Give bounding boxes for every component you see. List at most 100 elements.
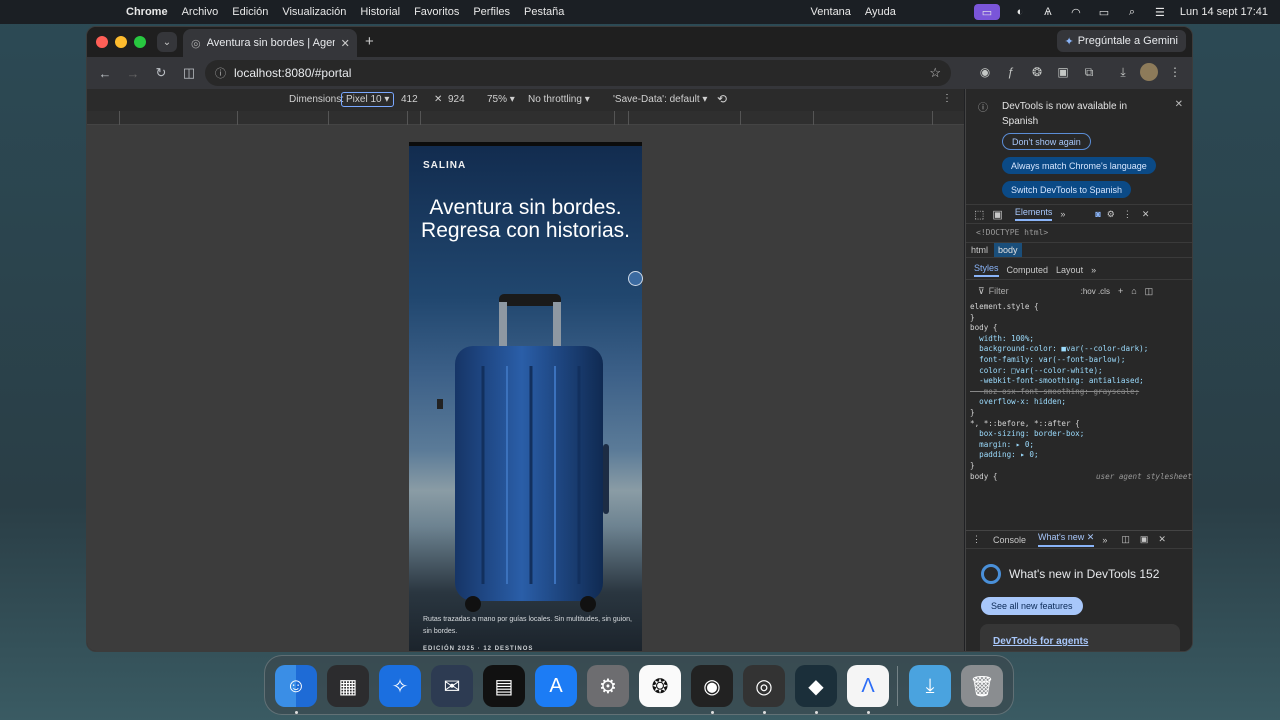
media-query-ruler[interactable] xyxy=(87,111,964,125)
downloads-folder-icon[interactable]: ⤓ xyxy=(909,665,951,707)
width-input[interactable]: 412 xyxy=(401,94,418,105)
paint-brush-icon[interactable]: ⌂ xyxy=(1131,286,1136,296)
menu-app-chrome[interactable]: Chrome xyxy=(126,6,168,18)
tab-layout[interactable]: Layout xyxy=(1056,265,1083,275)
dont-show-again-button[interactable]: Don't show again xyxy=(1002,133,1091,150)
chrome-icon[interactable]: ◎ xyxy=(743,665,785,707)
toggle-sidebar-icon[interactable]: ◫ xyxy=(1145,286,1154,297)
browser-tab[interactable]: ◎ Aventura sin bordes | Agencia ✕ xyxy=(183,29,357,57)
menu-ayuda[interactable]: Ayuda xyxy=(865,6,896,18)
devtools-menu-icon[interactable]: ⋮ xyxy=(1123,209,1132,220)
system-settings-icon[interactable]: ⚙ xyxy=(587,665,629,707)
chatgpt-extension-icon[interactable]: ❂ xyxy=(1028,63,1046,81)
save-data-select[interactable]: 'Save-Data': default ▾ xyxy=(613,94,707,105)
tab-console[interactable]: Console xyxy=(993,535,1026,545)
profile-avatar[interactable] xyxy=(1140,63,1158,81)
battery-icon[interactable]: ▭ xyxy=(1096,6,1112,19)
spotlight-search-icon[interactable]: ⌕ xyxy=(1124,6,1140,18)
see-all-features-button[interactable]: See all new features xyxy=(981,597,1083,615)
zoom-window-button[interactable] xyxy=(134,36,146,48)
code-line[interactable]: font-family: var(--font-barlow); xyxy=(970,355,1192,366)
device-more-icon[interactable]: ⋮ xyxy=(942,93,952,104)
tab-styles[interactable]: Styles xyxy=(974,263,999,277)
wifi-icon[interactable]: ◠ xyxy=(1068,6,1084,19)
clock[interactable]: Lun 14 sept 17:41 xyxy=(1180,6,1268,18)
menu-historial[interactable]: Historial xyxy=(360,6,400,18)
menu-perfiles[interactable]: Perfiles xyxy=(473,6,510,18)
code-line[interactable]: width: 100%; xyxy=(970,334,1192,345)
menu-pestana[interactable]: Pestaña xyxy=(524,6,564,18)
code-line[interactable]: -moz-osx-font-smoothing: grayscale; xyxy=(970,387,1192,398)
filmora-icon[interactable]: ◆ xyxy=(795,665,837,707)
script-icon[interactable]: Ѧ xyxy=(1040,6,1056,18)
chatgpt-icon[interactable]: ❂ xyxy=(639,665,681,707)
dock-side-icon[interactable]: ◫ xyxy=(1121,534,1130,545)
device-toggle-icon[interactable]: ▣ xyxy=(992,208,1002,221)
sync-icon[interactable]: ◐ xyxy=(1012,6,1028,18)
new-tab-plus-icon[interactable]: + xyxy=(365,33,374,50)
menu-visualizacion[interactable]: Visualización xyxy=(282,6,346,18)
new-rule-plus-icon[interactable]: + xyxy=(1118,286,1123,296)
minimize-window-button[interactable] xyxy=(115,36,127,48)
breadcrumb-body[interactable]: body xyxy=(994,243,1022,257)
code-line[interactable]: overflow-x: hidden; xyxy=(970,397,1192,408)
code-line[interactable]: color: □var(--color-white); xyxy=(970,366,1192,377)
switch-to-spanish-button[interactable]: Switch DevTools to Spanish xyxy=(1002,181,1132,198)
menu-ventana[interactable]: Ventana xyxy=(811,6,851,18)
pseudo-class-toggles[interactable]: :hov .cls xyxy=(1081,287,1110,296)
extensions-puzzle-icon[interactable]: ⧉ xyxy=(1080,63,1098,81)
breadcrumb-html[interactable]: html xyxy=(971,245,988,255)
code-line[interactable]: body { xyxy=(970,472,997,483)
chrome-menu-icon[interactable]: ⋮ xyxy=(1166,63,1184,81)
close-notice-icon[interactable]: ✕ xyxy=(1175,99,1183,110)
menu-edicion[interactable]: Edición xyxy=(232,6,268,18)
code-line[interactable]: padding: ▸ 0; xyxy=(970,450,1192,461)
bookmark-star-icon[interactable]: ☆ xyxy=(929,65,941,81)
zoom-select[interactable]: 75% ▾ xyxy=(487,94,515,105)
tab-elements[interactable]: Elements xyxy=(1014,207,1053,221)
brand-logo[interactable]: SALINA xyxy=(423,160,466,171)
reload-icon[interactable]: ↻ xyxy=(151,65,171,81)
close-tab-icon[interactable]: ✕ xyxy=(341,37,350,50)
screen-share-icon[interactable]: ▭ xyxy=(973,4,1000,20)
match-language-button[interactable]: Always match Chrome's language xyxy=(1002,157,1156,174)
code-line[interactable]: -webkit-font-smoothing: antialiased; xyxy=(970,376,1192,387)
code-line[interactable]: box-sizing: border-box; xyxy=(970,429,1192,440)
notes-icon[interactable]: ▤ xyxy=(483,665,525,707)
font-extension-icon[interactable]: ƒ xyxy=(1002,63,1020,81)
tab-whats-new[interactable]: What's new ✕ xyxy=(1038,532,1095,547)
device-select[interactable]: Pixel 10 ▾ xyxy=(341,92,395,107)
code-line[interactable]: element.style { xyxy=(970,302,1192,313)
camera-extension-icon[interactable]: ◉ xyxy=(976,63,994,81)
menu-archivo[interactable]: Archivo xyxy=(182,6,219,18)
code-line[interactable]: background-color: ■var(--color-dark); xyxy=(970,344,1192,355)
ai-assistance-icon[interactable]: ◙ xyxy=(1095,209,1100,219)
finder-icon[interactable]: ☺ xyxy=(275,665,317,707)
gemini-button[interactable]: ✦ Pregúntale a Gemini xyxy=(1056,30,1186,52)
address-bar[interactable]: ⓘ localhost:8080/#portal ☆ xyxy=(205,60,951,86)
obs-icon[interactable]: ◉ xyxy=(691,665,733,707)
trash-icon[interactable]: 🗑 xyxy=(961,665,1003,707)
drawer-menu-icon[interactable]: ⋮ xyxy=(972,534,981,545)
download-icon[interactable]: ⤓ xyxy=(1114,63,1132,81)
safari-icon[interactable]: ✧ xyxy=(379,665,421,707)
more-subtabs-icon[interactable]: » xyxy=(1091,265,1096,275)
devtools-for-agents-link[interactable]: DevTools for agents xyxy=(980,624,1180,651)
mail-icon[interactable]: ✉ xyxy=(431,665,473,707)
tab-computed[interactable]: Computed xyxy=(1007,265,1049,275)
menu-favoritos[interactable]: Favoritos xyxy=(414,6,459,18)
settings-gear-icon[interactable]: ⚙ xyxy=(1107,209,1115,220)
height-input[interactable]: 924 xyxy=(448,94,465,105)
doctype-node[interactable]: <!DOCTYPE html> xyxy=(976,228,1048,237)
forward-arrow-icon[interactable]: → xyxy=(123,66,143,81)
record-extension-icon[interactable]: ▣ xyxy=(1054,63,1072,81)
app-store-icon[interactable]: A xyxy=(535,665,577,707)
site-info-icon[interactable]: ⓘ xyxy=(215,65,226,81)
more-tabs-icon[interactable]: » xyxy=(1060,209,1065,219)
code-line[interactable]: body { xyxy=(970,323,1192,334)
drawer-more-icon[interactable]: » xyxy=(1102,535,1107,545)
close-devtools-icon[interactable]: ✕ xyxy=(1142,209,1150,220)
side-panel-icon[interactable]: ◫ xyxy=(179,65,199,81)
drawer-maximize-icon[interactable]: ▣ xyxy=(1140,534,1149,545)
close-window-button[interactable] xyxy=(96,36,108,48)
